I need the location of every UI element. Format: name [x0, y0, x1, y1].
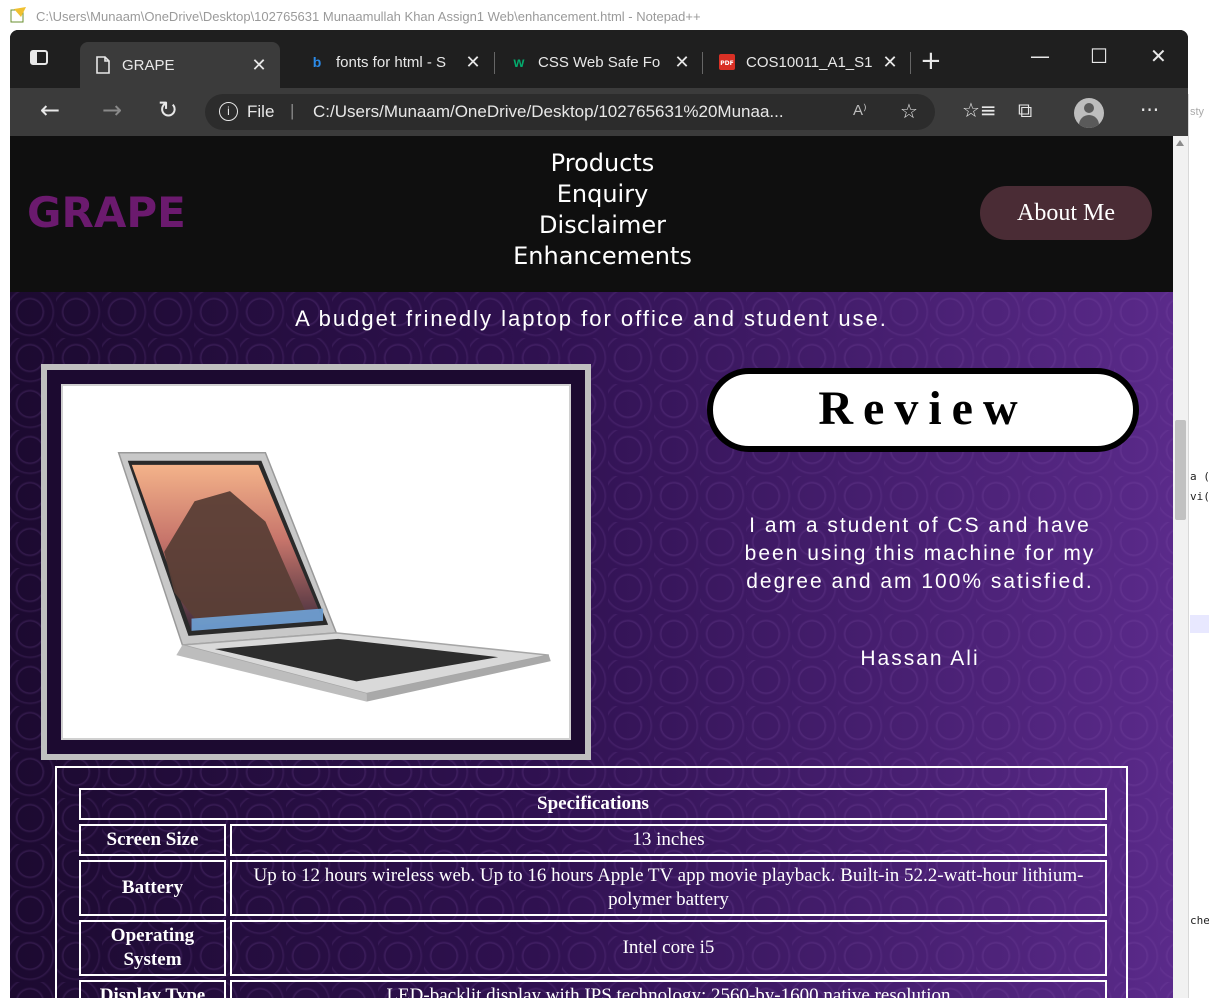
specs-table: Specifications Screen Size 13 inches Bat… — [75, 784, 1111, 998]
profile-avatar[interactable] — [1074, 98, 1104, 128]
product-image-frame — [41, 364, 591, 760]
notepad-title-bar: C:\Users\Munaam\OneDrive\Desktop\1027656… — [0, 0, 1209, 30]
table-row: Battery Up to 12 hours wireless web. Up … — [79, 860, 1107, 916]
scroll-up-icon[interactable] — [1176, 140, 1184, 146]
address-bar[interactable]: i File | C:/Users/Munaam/OneDrive/Deskto… — [205, 94, 935, 130]
browser-toolbar: ← → ↻ i File | C:/Users/Munaam/OneDrive/… — [10, 88, 1188, 136]
review-text: I am a student of CS and have been using… — [744, 514, 1096, 593]
tab-strip: GRAPE ✕ b fonts for html - S ✕ w CSS Web… — [10, 30, 1188, 88]
site-nav: Products Enquiry Disclaimer Enhancements — [480, 148, 725, 272]
close-icon[interactable]: ✕ — [671, 52, 693, 73]
tab-title: GRAPE — [122, 56, 175, 74]
site-header: GRAPE Products Enquiry Disclaimer Enhanc… — [10, 136, 1173, 292]
spec-value: 13 inches — [230, 824, 1107, 856]
scrollbar-thumb[interactable] — [1175, 420, 1186, 520]
specs-container: Specifications Screen Size 13 inches Bat… — [55, 766, 1128, 998]
nav-link-products[interactable]: Products — [480, 148, 725, 179]
about-me-button[interactable]: About Me — [980, 186, 1152, 240]
back-arrow-icon[interactable]: ← — [40, 96, 60, 124]
w3schools-icon: w — [513, 54, 525, 70]
bing-icon: b — [312, 54, 322, 70]
address-scheme-label: File — [247, 102, 275, 121]
tab-pdf[interactable]: PDF COS10011_A1_S1 ✕ — [712, 44, 907, 80]
spec-value: LED-backlit display with IPS technology;… — [230, 980, 1107, 998]
tab-separator — [702, 52, 703, 74]
address-divider: | — [290, 101, 295, 120]
close-icon[interactable]: ✕ — [462, 52, 484, 73]
tab-actions-icon[interactable] — [30, 50, 56, 70]
page-icon — [94, 56, 112, 74]
spec-label: Battery — [79, 860, 226, 916]
tab-fonts[interactable]: b fonts for html - S ✕ — [300, 44, 490, 80]
maximize-icon[interactable]: ☐ — [1090, 44, 1108, 68]
tab-css-safe-fonts[interactable]: w CSS Web Safe Fo ✕ — [504, 44, 699, 80]
product-section: A budget frinedly laptop for office and … — [10, 292, 1173, 998]
review-heading: Review — [707, 368, 1139, 452]
close-icon[interactable]: ✕ — [879, 52, 901, 73]
page-scrollbar[interactable] — [1173, 136, 1188, 998]
table-row: Operating System Intel core i5 — [79, 920, 1107, 976]
page-viewport: GRAPE Products Enquiry Disclaimer Enhanc… — [10, 136, 1188, 998]
tab-title: COS10011_A1_S1 — [746, 53, 873, 71]
info-icon[interactable]: i — [219, 102, 238, 121]
table-row: Screen Size 13 inches — [79, 824, 1107, 856]
tab-title: CSS Web Safe Fo — [538, 53, 661, 71]
tab-separator — [910, 52, 911, 74]
spec-value: Up to 12 hours wireless web. Up to 16 ho… — [230, 860, 1107, 916]
browser-window: GRAPE ✕ b fonts for html - S ✕ w CSS Web… — [10, 30, 1188, 998]
address-url[interactable]: C:/Users/Munaam/OneDrive/Desktop/1027656… — [313, 102, 784, 122]
notepad-editor-edge — [1188, 94, 1209, 998]
spec-label: Display Type — [79, 980, 226, 998]
notepad-icon — [10, 7, 26, 23]
favorites-icon[interactable]: ☆≡ — [962, 98, 997, 122]
notepad-title: C:\Users\Munaam\OneDrive\Desktop\1027656… — [36, 9, 701, 24]
collections-icon[interactable]: ⧉ — [1018, 98, 1032, 122]
spec-label: Operating System — [79, 920, 226, 976]
close-icon[interactable]: ✕ — [248, 55, 270, 76]
tab-grape[interactable]: GRAPE ✕ — [80, 42, 280, 88]
close-window-icon[interactable]: ✕ — [1150, 44, 1167, 68]
tab-separator — [494, 52, 495, 74]
reviewer-name: Hassan Ali — [860, 647, 980, 670]
notepad-line-highlight — [1190, 615, 1209, 633]
forward-arrow-icon[interactable]: → — [102, 96, 122, 124]
notepad-fragment: vi( — [1190, 490, 1209, 503]
more-options-icon[interactable]: ··· — [1140, 98, 1159, 122]
nav-link-disclaimer[interactable]: Disclaimer — [480, 210, 725, 241]
svg-text:PDF: PDF — [720, 60, 733, 67]
tab-title: fonts for html - S — [336, 53, 447, 71]
table-row: Specifications — [79, 788, 1107, 820]
product-tagline: A budget frinedly laptop for office and … — [295, 306, 888, 331]
add-favorite-icon[interactable]: ☆ — [900, 99, 918, 124]
refresh-icon[interactable]: ↻ — [158, 96, 178, 124]
laptop-image — [61, 384, 571, 740]
nav-link-enquiry[interactable]: Enquiry — [480, 179, 725, 210]
spec-label: Screen Size — [79, 824, 226, 856]
notepad-fragment: che — [1190, 914, 1209, 927]
site-logo[interactable]: GRAPE — [27, 188, 186, 237]
notepad-fragment: sty — [1190, 106, 1205, 118]
table-row: Display Type LED-backlit display with IP… — [79, 980, 1107, 998]
minimize-icon[interactable]: — — [1030, 44, 1050, 68]
specs-title: Specifications — [79, 788, 1107, 820]
notepad-fragment: a ( — [1190, 470, 1209, 483]
new-tab-plus-icon[interactable]: + — [920, 46, 942, 76]
spec-value: Intel core i5 — [230, 920, 1107, 976]
pdf-icon: PDF — [718, 53, 736, 71]
nav-link-enhancements[interactable]: Enhancements — [480, 241, 725, 272]
read-aloud-icon[interactable]: A⁾ — [853, 101, 867, 119]
